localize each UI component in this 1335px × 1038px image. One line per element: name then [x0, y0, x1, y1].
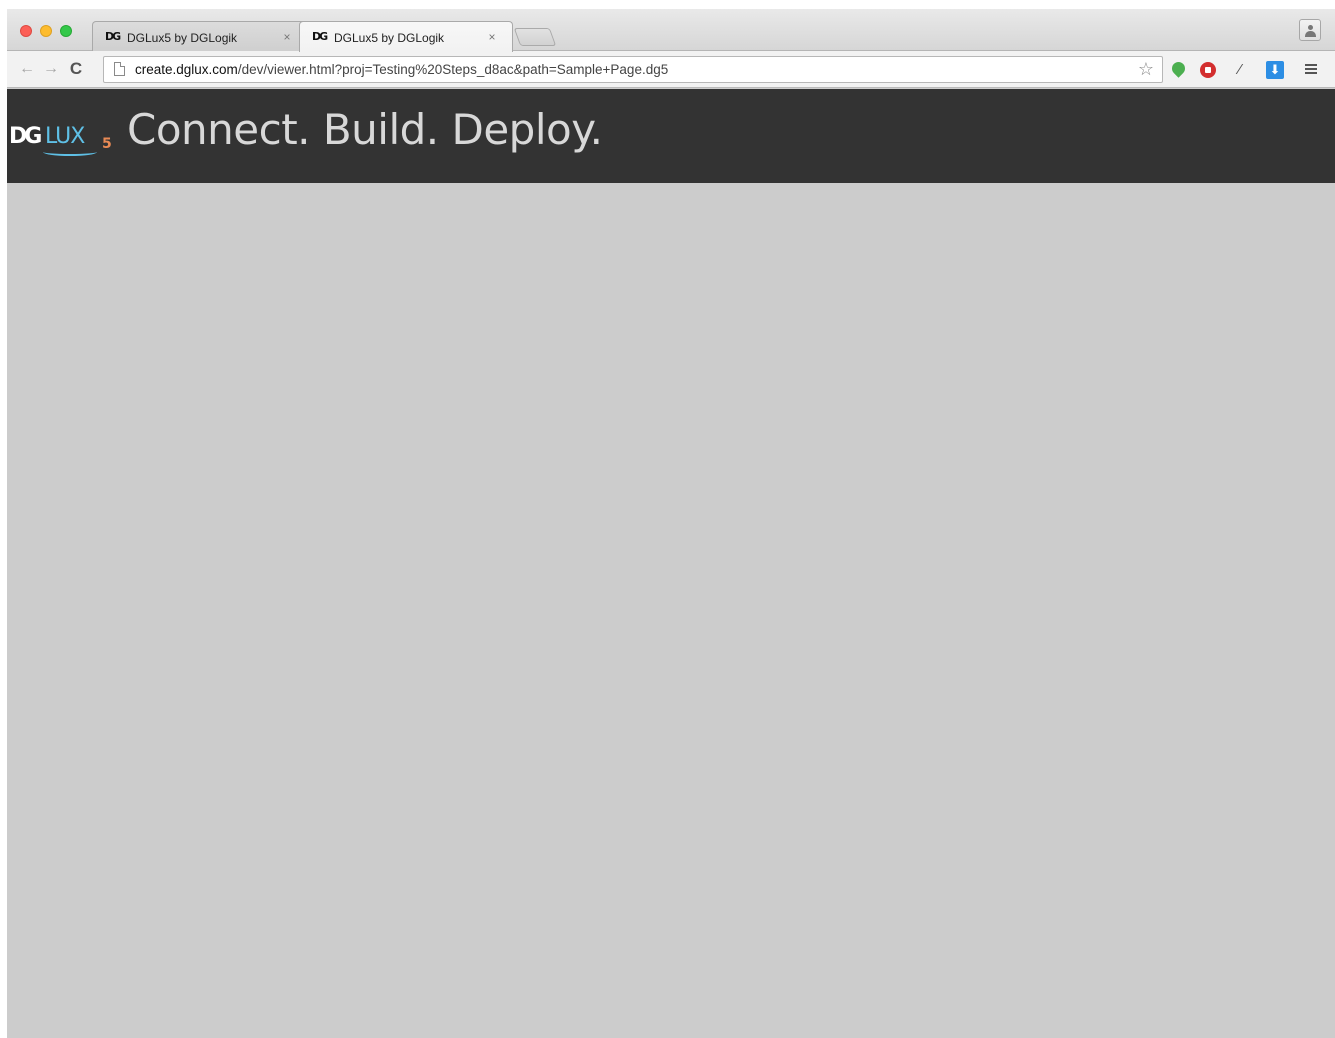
- close-tab-icon[interactable]: ×: [486, 30, 498, 44]
- user-icon: [1308, 25, 1313, 30]
- bookmark-star-icon[interactable]: ☆: [1136, 59, 1156, 79]
- page-icon: [114, 62, 125, 76]
- browser-tab[interactable]: DG DGLux5 by DGLogik ×: [92, 21, 308, 51]
- browser-toolbar: ← → C create.dglux.com/dev/viewer.html?p…: [7, 51, 1335, 88]
- logo-dg-text: DG: [9, 124, 42, 149]
- close-window-button[interactable]: [20, 25, 32, 37]
- url-path: /dev/viewer.html?proj=Testing%20Steps_d8…: [237, 62, 669, 77]
- logo-five-text: 5: [102, 136, 112, 152]
- dglogik-favicon-icon: DG: [105, 30, 120, 43]
- zoom-window-button[interactable]: [60, 25, 72, 37]
- menu-line: [1305, 68, 1317, 70]
- evernote-leaf-icon[interactable]: [1170, 61, 1188, 79]
- menu-line: [1305, 72, 1317, 74]
- url-host: create.dglux.com: [135, 62, 238, 77]
- eyedropper-icon[interactable]: ⁄: [1231, 61, 1249, 79]
- back-arrow-icon[interactable]: ←: [18, 60, 36, 78]
- page-content-area: [7, 183, 1335, 1038]
- logo-lux-text: LUX: [45, 124, 85, 149]
- minimize-window-button[interactable]: [40, 25, 52, 37]
- close-tab-icon[interactable]: ×: [281, 30, 293, 44]
- header-tagline: Connect. Build. Deploy.: [127, 105, 603, 154]
- tab-strip: DG DGLux5 by DGLogik × DG DGLux5 by DGLo…: [7, 9, 1335, 52]
- browser-tab-active[interactable]: DG DGLux5 by DGLogik ×: [299, 21, 513, 52]
- new-tab-button[interactable]: [513, 28, 557, 46]
- stop-extension-icon[interactable]: [1199, 61, 1217, 79]
- hamburger-menu-icon[interactable]: [1302, 60, 1320, 78]
- menu-line: [1305, 64, 1317, 66]
- tab-title: DGLux5 by DGLogik: [334, 31, 445, 45]
- dglogik-favicon-icon: DG: [312, 30, 327, 43]
- browser-window: DG DGLux5 by DGLogik × DG DGLux5 by DGLo…: [7, 9, 1335, 1038]
- download-icon[interactable]: [1266, 61, 1284, 79]
- app-header: DG LUX 5 Connect. Build. Deploy.: [7, 89, 1335, 183]
- reload-icon[interactable]: C: [67, 60, 85, 78]
- user-icon-base: [1305, 36, 1316, 37]
- url-text[interactable]: create.dglux.com/dev/viewer.html?proj=Te…: [135, 62, 668, 77]
- tab-title: DGLux5 by DGLogik: [127, 31, 238, 45]
- logo-swoosh: [43, 148, 97, 156]
- dglux5-logo: DG LUX 5: [9, 112, 125, 158]
- address-bar[interactable]: create.dglux.com/dev/viewer.html?proj=Te…: [103, 56, 1163, 83]
- forward-arrow-icon[interactable]: →: [42, 60, 60, 78]
- profile-button[interactable]: [1299, 19, 1321, 41]
